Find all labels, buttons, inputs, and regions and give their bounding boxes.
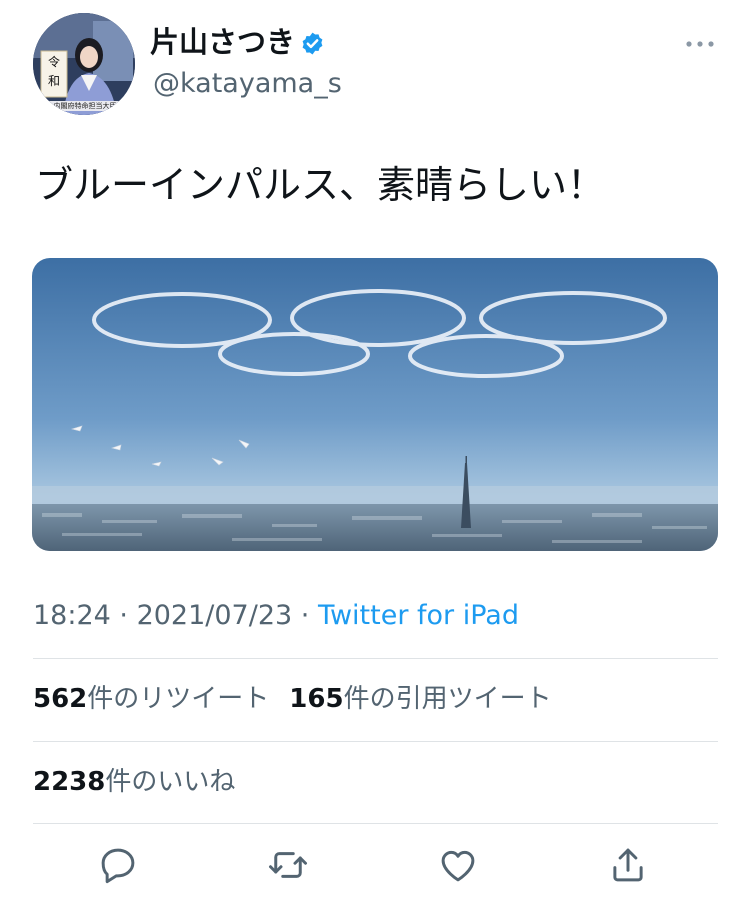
retweets-count: 562	[33, 684, 88, 714]
avatar-sign-text: 令 和	[47, 55, 60, 88]
likes-count: 2238	[33, 767, 106, 797]
quotes-count: 165	[289, 684, 344, 714]
tweet-meta: 18:24 · 2021/07/23 · Twitter for iPad	[33, 596, 519, 636]
divider	[33, 741, 718, 742]
likes-stats[interactable]: 2238件のいいね	[33, 762, 235, 802]
heart-icon	[441, 850, 475, 882]
tweet-time: 18:24	[33, 600, 111, 631]
photo-sky-rings	[32, 258, 718, 551]
meta-separator: ·	[110, 600, 137, 631]
likes-label: 件のいいね	[105, 767, 236, 797]
avatar[interactable]: 令 和 内閣府特命担当大臣	[33, 13, 135, 115]
divider	[33, 823, 718, 824]
meta-separator: ·	[292, 600, 318, 631]
retweets-label: 件のリツイート	[87, 684, 270, 714]
reply-icon	[101, 848, 135, 884]
tweet-source-link[interactable]: Twitter for iPad	[318, 600, 519, 631]
quotes-label: 件の引用ツイート	[343, 684, 552, 714]
retweets-stat[interactable]: 562件のリツイート	[33, 684, 269, 714]
display-name[interactable]: 片山さつき	[150, 24, 295, 60]
avatar-nameplate-text: 内閣府特命担当大臣	[53, 102, 117, 110]
tweet-photo[interactable]	[32, 258, 718, 551]
reply-button[interactable]	[97, 844, 139, 886]
user-handle[interactable]: @katayama_s	[153, 68, 342, 100]
share-button[interactable]	[607, 844, 649, 886]
verified-badge-icon	[302, 32, 323, 55]
retweet-icon	[269, 852, 307, 878]
share-icon	[613, 848, 643, 882]
more-horizontal-icon[interactable]	[684, 34, 716, 54]
tweet-text: ブルーインパルス、素晴らしい！	[35, 163, 606, 207]
tweet-date: 2021/07/23	[136, 600, 293, 631]
quotes-stat[interactable]: 165件の引用ツイート	[289, 684, 551, 714]
like-button[interactable]	[437, 844, 479, 886]
divider	[33, 658, 718, 659]
retweet-quote-stats: 562件のリツイート 165件の引用ツイート	[33, 679, 552, 719]
retweet-button[interactable]	[267, 844, 309, 886]
